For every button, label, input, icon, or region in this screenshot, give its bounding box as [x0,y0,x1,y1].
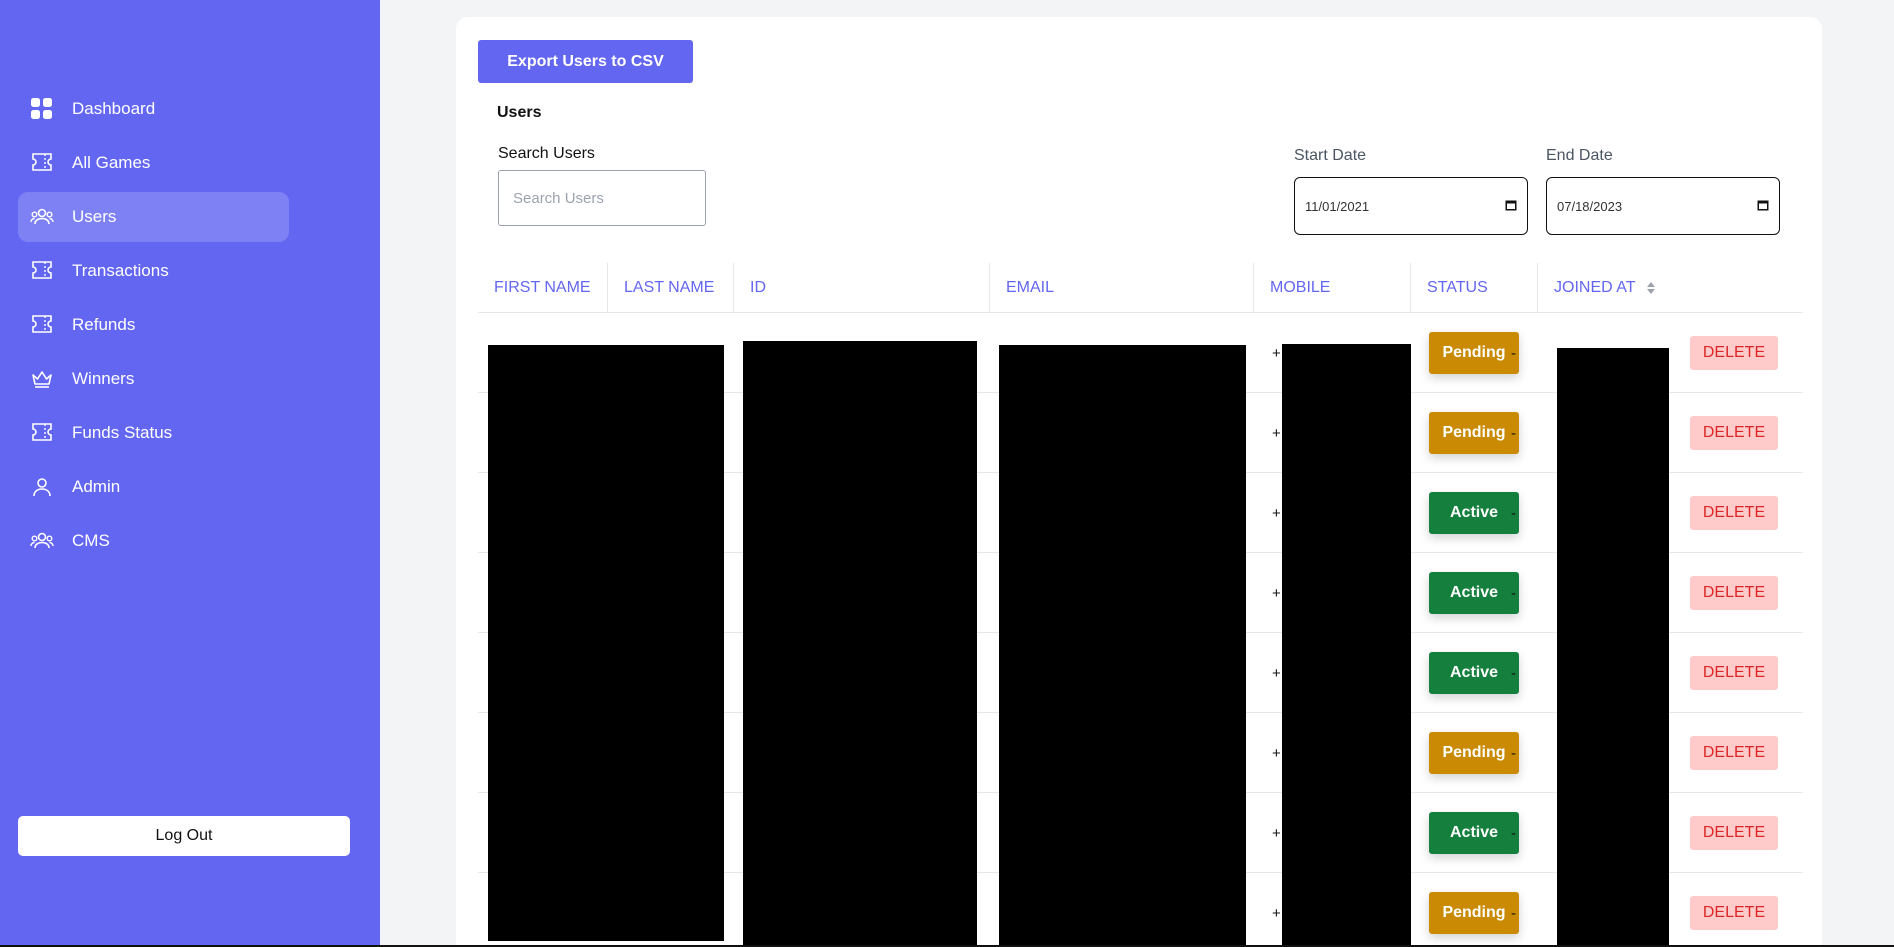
sidebar-item-label: CMS [72,531,110,550]
end-date-value: 07/18/2023 [1557,198,1623,214]
redacted-block [1282,344,1411,947]
sidebar-item-funds-status[interactable]: Funds Status [18,408,289,458]
joined-at-cell: - [1511,504,1516,522]
redacted-block [743,341,977,947]
delete-button[interactable]: DELETE [1690,656,1778,690]
joined-at-cell: - [1511,824,1516,842]
search-label: Search Users [498,145,595,162]
sidebar: Dashboard All Games Users Transactions R… [0,0,380,945]
users-card: Export Users to CSV Users Search Users S… [456,17,1822,947]
calendar-icon[interactable] [1757,199,1769,214]
delete-button[interactable]: DELETE [1690,576,1778,610]
sidebar-item-label: Winners [72,369,135,388]
start-date-label: Start Date [1294,147,1367,164]
sidebar-item-label: Users [72,207,117,226]
delete-button[interactable]: DELETE [1690,416,1778,450]
sidebar-item-admin[interactable]: Admin [18,462,289,512]
status-badge[interactable]: Pending [1429,892,1519,934]
sidebar-item-label: Admin [72,477,121,496]
export-csv-button[interactable]: Export Users to CSV [478,40,693,83]
status-badge[interactable]: Pending [1429,332,1519,374]
search-input[interactable] [498,170,706,226]
status-badge[interactable]: Active [1429,652,1519,694]
users-icon [30,529,54,553]
ticket-icon [30,151,54,175]
users-table: FIRST NAME LAST NAME ID EMAIL MOBILE STA… [478,263,1803,947]
sidebar-item-transactions[interactable]: Transactions [18,246,289,296]
joined-at-cell: - [1511,744,1516,762]
start-date-value: 11/01/2021 [1305,198,1370,214]
grid-icon [30,97,54,121]
users-icon [30,205,54,229]
ticket-icon [30,421,54,445]
end-date-group: End Date 07/18/2023 [1546,147,1780,235]
sidebar-item-cms[interactable]: CMS [18,516,289,566]
mobile-cell: + [1272,824,1281,842]
end-date-input[interactable]: 07/18/2023 [1546,177,1780,235]
delete-button[interactable]: DELETE [1690,816,1778,850]
column-header-mobile[interactable]: MOBILE [1254,263,1411,313]
joined-at-cell: - [1511,904,1516,922]
status-badge[interactable]: Pending [1429,412,1519,454]
column-header-status[interactable]: STATUS [1411,263,1538,313]
sidebar-nav: Dashboard All Games Users Transactions R… [18,84,289,570]
table-header: FIRST NAME LAST NAME ID EMAIL MOBILE STA… [478,263,1803,313]
mobile-cell: + [1272,344,1281,362]
delete-button[interactable]: DELETE [1690,496,1778,530]
redacted-block [999,345,1246,946]
column-header-joined-at[interactable]: JOINED AT [1538,263,1672,313]
sidebar-item-all-games[interactable]: All Games [18,138,289,188]
redacted-block [488,345,724,941]
joined-at-cell: - [1511,344,1516,362]
status-badge[interactable]: Active [1429,572,1519,614]
mobile-cell: + [1272,904,1281,922]
column-header-email[interactable]: EMAIL [990,263,1254,313]
start-date-group: Start Date 11/01/2021 [1294,147,1528,235]
joined-at-cell: - [1511,424,1516,442]
logout-button[interactable]: Log Out [18,816,350,856]
delete-button[interactable]: DELETE [1690,896,1778,930]
sidebar-item-winners[interactable]: Winners [18,354,289,404]
redacted-block [1557,348,1669,947]
calendar-icon[interactable] [1505,199,1517,214]
ticket-icon [30,313,54,337]
end-date-label: End Date [1546,147,1613,164]
status-badge[interactable]: Active [1429,812,1519,854]
status-badge[interactable]: Pending [1429,732,1519,774]
sidebar-item-refunds[interactable]: Refunds [18,300,289,350]
mobile-cell: + [1272,504,1281,522]
column-header-last-name[interactable]: LAST NAME [608,263,734,313]
user-icon [30,475,54,499]
mobile-cell: + [1272,584,1281,602]
sidebar-item-dashboard[interactable]: Dashboard [18,84,289,134]
delete-button[interactable]: DELETE [1690,736,1778,770]
sidebar-item-label: Funds Status [72,423,173,442]
sidebar-item-label: Refunds [72,315,136,334]
sort-icon[interactable] [1646,281,1656,295]
start-date-input[interactable]: 11/01/2021 [1294,177,1528,235]
status-badge[interactable]: Active [1429,492,1519,534]
sidebar-item-label: Transactions [72,261,169,280]
column-header-first-name[interactable]: FIRST NAME [478,263,608,313]
page-title: Users [497,104,542,121]
joined-at-cell: - [1511,584,1516,602]
crown-icon [30,367,54,391]
sidebar-item-label: All Games [72,153,151,172]
ticket-icon [30,259,54,283]
mobile-cell: + [1272,744,1281,762]
sidebar-item-label: Dashboard [72,99,156,118]
column-header-id[interactable]: ID [734,263,990,313]
mobile-cell: + [1272,424,1281,442]
sidebar-item-users[interactable]: Users [18,192,289,242]
mobile-cell: + [1272,664,1281,682]
delete-button[interactable]: DELETE [1690,336,1778,370]
joined-at-cell: - [1511,664,1516,682]
